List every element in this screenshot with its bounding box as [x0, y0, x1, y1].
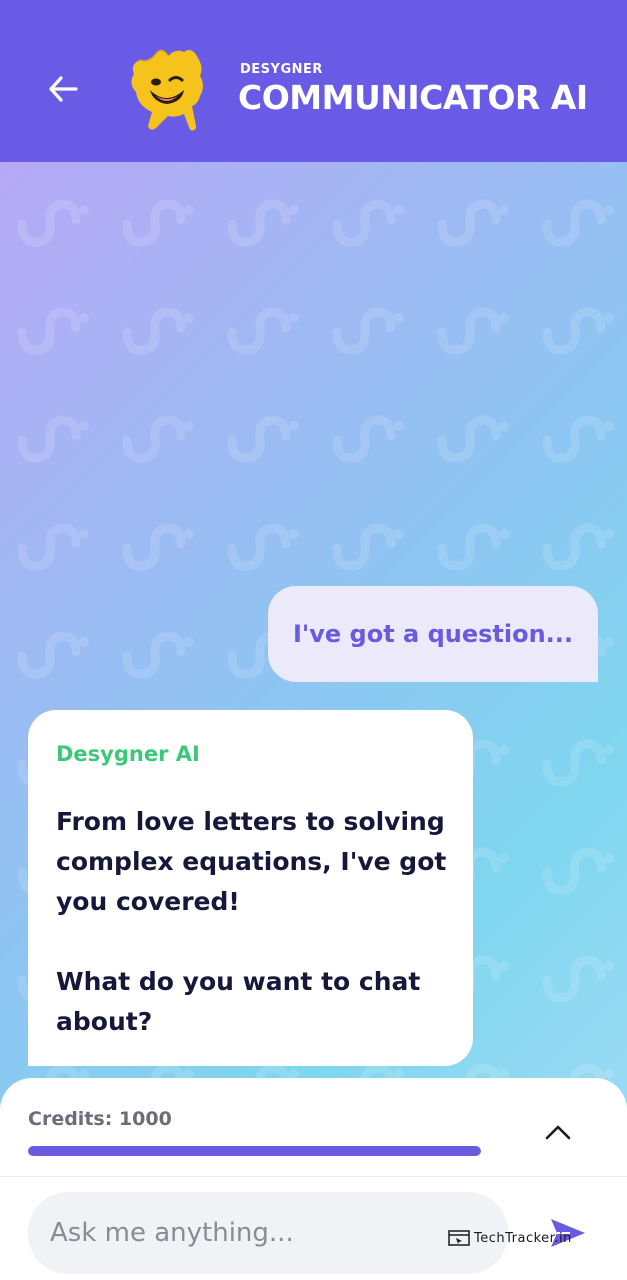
ai-message-text: From love letters to solving complex equ… — [56, 807, 447, 1036]
divider — [0, 1176, 627, 1177]
user-message-text: I've got a question... — [292, 620, 574, 648]
credits-label: Credits: 1000 — [28, 1108, 172, 1130]
composer-panel: Credits: 1000 TechTracker.in — [0, 1078, 627, 1280]
ai-message-bubble: Desygner AI From love letters to solving… — [28, 710, 473, 1066]
brand-small-text: DESYGNER — [240, 62, 323, 77]
app-header: DESYGNER COMMUNICATOR AI — [0, 0, 627, 162]
user-message-bubble: I've got a question... — [268, 586, 598, 682]
ai-sender-name: Desygner AI — [56, 742, 200, 766]
mascot-logo — [131, 49, 203, 131]
watermark: TechTracker.in — [448, 1230, 572, 1246]
credits-progress-bar — [28, 1146, 481, 1156]
expand-credits-button[interactable] — [538, 1116, 578, 1148]
back-button[interactable] — [40, 66, 86, 112]
browser-window-icon — [448, 1230, 470, 1246]
credits-progress-fill — [28, 1146, 481, 1156]
watermark-text: TechTracker.in — [474, 1230, 572, 1246]
arrow-left-icon — [49, 76, 78, 102]
app-title: COMMUNICATOR AI — [238, 78, 588, 117]
message-input[interactable] — [28, 1192, 508, 1274]
chevron-up-icon — [545, 1125, 571, 1140]
